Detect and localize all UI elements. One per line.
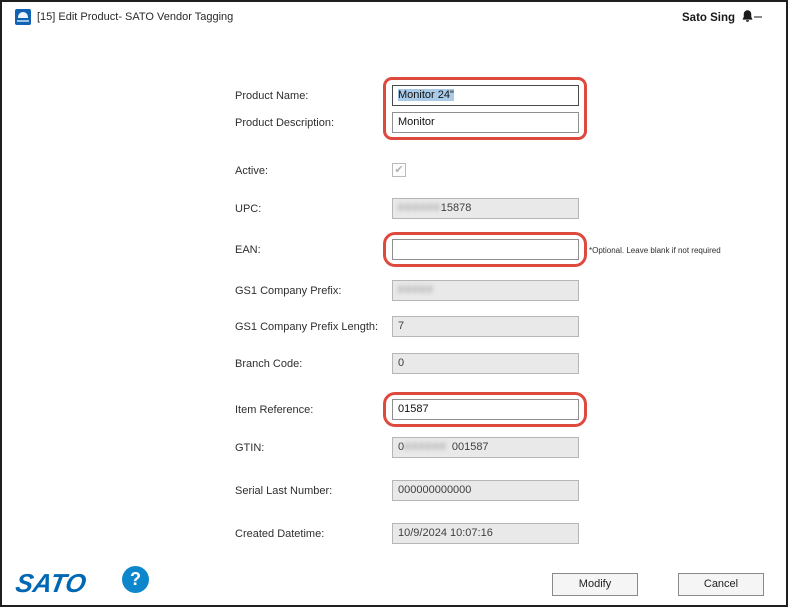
redacted-text: ##### <box>398 284 434 296</box>
row-gs1-prefix: GS1 Company Prefix: ##### <box>2 280 786 302</box>
row-serial-last-number: Serial Last Number: 000000000000 <box>2 480 786 502</box>
row-item-reference: Item Reference: 01587 <box>2 399 786 421</box>
row-gs1-prefix-length: GS1 Company Prefix Length: 7 <box>2 316 786 338</box>
app-icon-base <box>17 20 29 22</box>
row-branch-code: Branch Code: 0 <box>2 353 786 375</box>
created-datetime-label: Created Datetime: <box>235 523 324 545</box>
gtin-input: 0######001587 <box>392 437 579 458</box>
active-label: Active: <box>235 160 268 182</box>
gs1-prefix-length-label: GS1 Company Prefix Length: <box>235 316 378 338</box>
modify-button[interactable]: Modify <box>552 573 638 596</box>
ean-input[interactable] <box>392 239 579 260</box>
product-description-input[interactable]: Monitor <box>392 112 579 133</box>
serial-last-number-label: Serial Last Number: <box>235 480 332 502</box>
product-name-label: Product Name: <box>235 85 308 107</box>
product-name-input[interactable]: Monitor 24" <box>392 85 579 106</box>
row-active: Active: ✔ <box>2 160 786 182</box>
ean-optional-note: *Optional. Leave blank if not required <box>589 246 721 255</box>
upc-label: UPC: <box>235 198 261 220</box>
row-created-datetime: Created Datetime: 10/9/2024 10:07:16 <box>2 523 786 545</box>
redacted-text: ###### <box>404 441 447 453</box>
serial-last-number-input: 000000000000 <box>392 480 579 501</box>
row-product-description: Product Description: Monitor <box>2 112 786 134</box>
active-checkbox: ✔ <box>392 163 406 177</box>
branch-code-input: 0 <box>392 353 579 374</box>
redacted-text: ###### <box>398 202 441 214</box>
gs1-prefix-length-input: 7 <box>392 316 579 337</box>
product-description-label: Product Description: <box>235 112 334 134</box>
help-button[interactable]: ? <box>122 566 149 593</box>
selected-text: Monitor 24" <box>398 89 454 101</box>
created-datetime-input: 10/9/2024 10:07:16 <box>392 523 579 544</box>
title-bar: [15] Edit Product- SATO Vendor Tagging S… <box>2 2 786 32</box>
question-mark-icon: ? <box>130 569 141 589</box>
cancel-button[interactable]: Cancel <box>678 573 764 596</box>
sato-logo: SATO <box>13 568 88 599</box>
gtin-label: GTIN: <box>235 437 264 459</box>
gs1-prefix-label: GS1 Company Prefix: <box>235 280 341 302</box>
item-reference-input[interactable]: 01587 <box>392 399 579 420</box>
minimize-button[interactable] <box>754 16 762 18</box>
row-product-name: Product Name: Monitor 24" <box>2 85 786 107</box>
gs1-prefix-input: ##### <box>392 280 579 301</box>
app-window: [15] Edit Product- SATO Vendor Tagging S… <box>0 0 788 607</box>
user-name: Sato Sing <box>682 12 735 24</box>
upc-input: ######15878 <box>392 198 579 219</box>
checkmark-icon: ✔ <box>394 164 403 176</box>
ean-label: EAN: <box>235 239 261 261</box>
app-icon <box>15 9 31 25</box>
notification-bell-icon[interactable] <box>740 9 755 24</box>
app-icon-dome <box>18 12 28 18</box>
row-gtin: GTIN: 0######001587 <box>2 437 786 459</box>
item-reference-label: Item Reference: <box>235 399 313 421</box>
row-upc: UPC: ######15878 <box>2 198 786 220</box>
window-title: [15] Edit Product- SATO Vendor Tagging <box>37 11 233 23</box>
branch-code-label: Branch Code: <box>235 353 302 375</box>
